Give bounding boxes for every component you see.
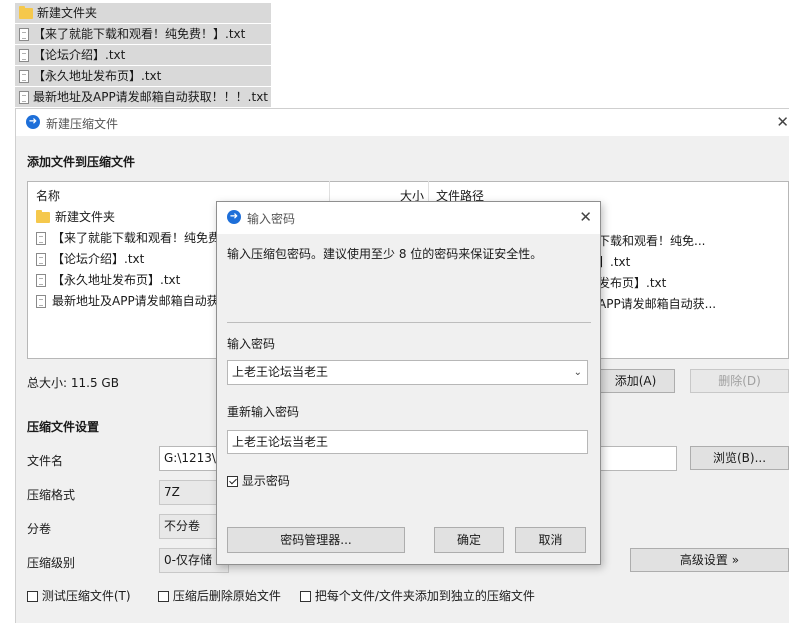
delete-original-option[interactable]: 压缩后删除原始文件 [158, 587, 281, 604]
ok-button[interactable]: 确定 [434, 527, 504, 553]
dialog-title: 输入密码 [247, 212, 296, 226]
password-dialog: ➜ 输入密码 ✕ 输入压缩包密码。建议使用至少 8 位的密码来保证安全性。 输入… [216, 201, 601, 565]
settings-heading: 压缩文件设置 [27, 420, 100, 434]
app-logo-icon: ➜ [26, 115, 40, 129]
divider [227, 322, 591, 323]
desktop-item-file[interactable]: 【永久地址发布页】.txt [15, 66, 271, 86]
text-file-icon [19, 70, 29, 83]
list-item[interactable]: 【论坛介绍】.txt [36, 249, 144, 269]
text-file-icon [36, 253, 46, 266]
file-path-cell: 下载和观看！纯免... [598, 234, 706, 248]
app-logo-icon: ➜ [227, 210, 241, 224]
password-label: 输入密码 [227, 337, 276, 351]
separate-archives-checkbox[interactable] [300, 591, 311, 602]
text-file-icon [19, 91, 29, 104]
password-input[interactable]: 上老王论坛当老王 ⌄ [227, 360, 588, 385]
confirm-password-input[interactable]: 上老王论坛当老王 [227, 430, 588, 454]
format-label: 压缩格式 [27, 488, 76, 502]
column-header-name[interactable]: 名称 [36, 187, 60, 204]
password-hint: 输入压缩包密码。建议使用至少 8 位的密码来保证安全性。 [227, 247, 543, 261]
delete-button[interactable]: 删除(D) [690, 369, 789, 393]
filename-label: 文件名 [27, 454, 64, 468]
text-file-icon [36, 232, 46, 245]
dialog-body: 输入压缩包密码。建议使用至少 8 位的密码来保证安全性。 输入密码 上老王论坛当… [217, 234, 600, 564]
volume-label: 分卷 [27, 522, 52, 536]
text-file-icon [19, 49, 29, 62]
text-file-icon [19, 28, 29, 41]
delete-original-checkbox[interactable] [158, 591, 169, 602]
show-password-option[interactable]: 显示密码 [227, 472, 290, 489]
list-item[interactable]: 最新地址及APP请发邮箱自动获 [36, 291, 219, 311]
level-label: 压缩级别 [27, 556, 76, 570]
dialog-title-bar[interactable]: ➜ 输入密码 ✕ [217, 202, 600, 233]
confirm-password-label: 重新输入密码 [227, 405, 300, 419]
close-icon[interactable]: ✕ [776, 114, 789, 130]
add-button[interactable]: 添加(A) [596, 369, 675, 393]
list-item[interactable]: 【来了就能下载和观看！纯免费 [36, 228, 220, 248]
close-icon[interactable]: ✕ [579, 209, 592, 225]
chevron-down-icon[interactable]: ⌄ [574, 361, 582, 384]
add-files-heading: 添加文件到压缩文件 [27, 155, 136, 169]
test-archive-checkbox[interactable] [27, 591, 38, 602]
column-divider [329, 181, 330, 201]
window-title: 新建压缩文件 [46, 117, 119, 131]
file-path-cell: 发布页】.txt [598, 276, 667, 290]
text-file-icon [36, 295, 46, 308]
folder-icon [36, 210, 50, 223]
list-item[interactable]: 【永久地址发布页】.txt [36, 270, 180, 290]
column-divider [428, 181, 429, 201]
text-file-icon [36, 274, 46, 287]
desktop-item-folder[interactable]: 新建文件夹 [15, 3, 271, 23]
folder-icon [19, 6, 33, 19]
list-item[interactable]: 新建文件夹 [36, 207, 115, 227]
total-size: 总大小: 11.5 GB [27, 376, 119, 390]
file-path-cell: 】.txt [598, 255, 631, 269]
show-password-checkbox[interactable] [227, 476, 238, 487]
test-archive-option[interactable]: 测试压缩文件(T) [27, 587, 131, 604]
separate-archives-option[interactable]: 把每个文件/文件夹添加到独立的压缩文件 [300, 587, 535, 604]
title-bar[interactable]: ➜ 新建压缩文件 ✕ [16, 109, 789, 135]
desktop-item-file[interactable]: 最新地址及APP请发邮箱自动获取！！！.txt [15, 87, 271, 107]
browse-button[interactable]: 浏览(B)... [690, 446, 789, 470]
cancel-button[interactable]: 取消 [515, 527, 586, 553]
desktop-item-file[interactable]: 【来了就能下载和观看！纯免费！】.txt [15, 24, 271, 44]
password-manager-button[interactable]: 密码管理器... [227, 527, 405, 553]
advanced-settings-button[interactable]: 高级设置 » [630, 548, 789, 572]
file-path-cell: APP请发邮箱自动获... [598, 297, 717, 311]
desktop-item-file[interactable]: 【论坛介绍】.txt [15, 45, 271, 65]
